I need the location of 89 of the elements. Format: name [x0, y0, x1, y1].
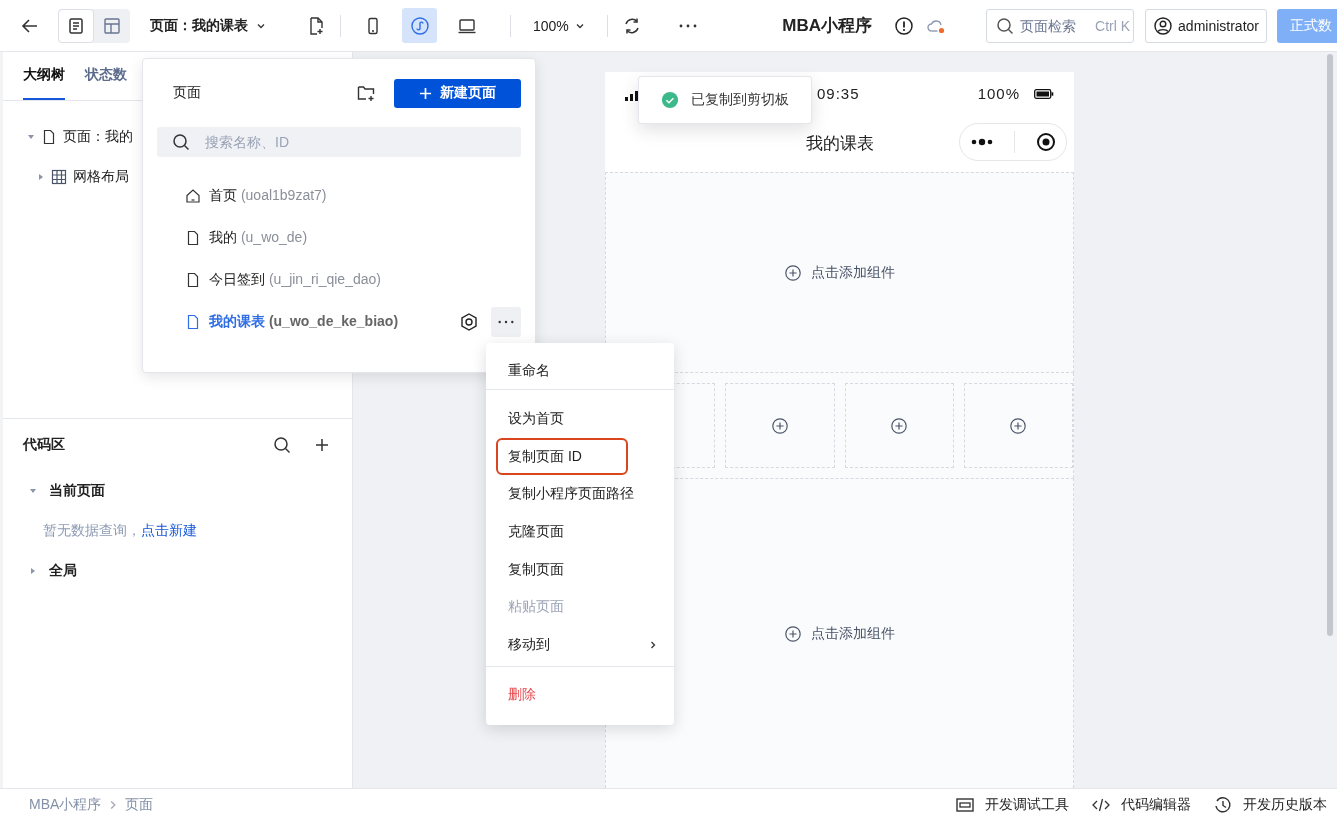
menu-item-label: 复制小程序页面路径	[508, 485, 634, 504]
section-title: 代码区	[23, 436, 66, 454]
menu-item-label: 克隆页面	[508, 522, 564, 541]
expand-triangle-icon[interactable]	[27, 133, 35, 141]
page-list-item[interactable]: 我的课表 (u_wo_de_ke_biao)	[209, 313, 399, 331]
mini-program-icon	[409, 15, 430, 36]
search-icon[interactable]	[272, 435, 292, 455]
page-list-item[interactable]: 首页 (uoal1b9zat7)	[209, 187, 327, 205]
user-icon	[1153, 15, 1174, 36]
home-icon	[185, 188, 201, 204]
settings-icon[interactable]	[459, 312, 479, 332]
more-icon[interactable]	[970, 138, 995, 146]
document-view-button[interactable]	[58, 8, 94, 43]
panel-tab[interactable]: 大纲树	[23, 52, 65, 100]
section-label[interactable]: 全局	[49, 562, 77, 580]
search-input[interactable]: 搜索名称、ID	[203, 133, 507, 151]
create-link[interactable]: 点击新建	[141, 522, 197, 540]
menu-item[interactable]: 重命名	[496, 353, 664, 389]
add-component-button[interactable]: 点击添加组件	[784, 263, 895, 282]
grid-cell[interactable]	[963, 383, 1073, 468]
chevron-right-icon	[648, 639, 658, 650]
menu-item-label: 复制页面	[508, 560, 564, 579]
grid-cell[interactable]	[725, 383, 835, 468]
toast-message: 已复制到剪切板	[691, 91, 789, 109]
add-component-button[interactable]: 点击添加组件	[784, 624, 895, 643]
tree-item[interactable]: 页面：我的	[63, 128, 133, 146]
menu-item-label: 重命名	[508, 362, 550, 380]
check-icon	[661, 91, 679, 109]
menu-item-label: 粘贴页面	[508, 598, 564, 617]
add-folder-icon[interactable]	[356, 83, 376, 103]
menu-item-label: 移动到	[508, 635, 550, 654]
add-icon[interactable]	[890, 416, 909, 435]
tree-item[interactable]: 网格布局	[73, 168, 129, 186]
popover-title: 页面	[173, 84, 202, 102]
search-field[interactable]: 搜索名称、ID	[157, 127, 521, 157]
toolbar-link[interactable]: 开发调试工具	[955, 794, 1069, 815]
more-icon[interactable]	[677, 22, 698, 29]
document-icon	[66, 15, 86, 36]
menu-item[interactable]: 复制小程序页面路径	[496, 475, 664, 514]
expand-triangle-icon[interactable]	[37, 173, 45, 181]
info-icon[interactable]	[894, 15, 915, 36]
battery-icon	[1034, 88, 1054, 99]
layout-icon	[102, 15, 122, 36]
status-time: 09:35	[817, 85, 861, 102]
menu-item-label: 删除	[508, 685, 536, 704]
menu-item[interactable]: 设为首页	[496, 400, 664, 438]
page-list-item[interactable]: 我的 (u_wo_de)	[209, 229, 308, 247]
menu-item[interactable]: 复制页面 ID	[496, 437, 628, 476]
menu-item[interactable]: 移动到	[496, 626, 664, 664]
add-icon[interactable]	[1009, 416, 1028, 435]
mini-program-preview-button[interactable]	[402, 8, 437, 43]
grid-icon	[51, 169, 67, 185]
scrollbar[interactable]	[1327, 54, 1333, 636]
app-title: MBA小程序	[782, 15, 873, 37]
empty-message: 暂无数据查询，	[43, 522, 141, 540]
expand-triangle-icon[interactable]	[29, 487, 37, 495]
add-icon	[784, 263, 802, 282]
battery-percent: 100%	[977, 85, 1020, 102]
search-icon	[171, 132, 191, 152]
menu-item[interactable]: 删除	[496, 676, 664, 713]
target-icon[interactable]	[1035, 132, 1056, 152]
page-select-dropdown[interactable]: 页面：我的课表	[150, 16, 266, 35]
grid-cell[interactable]	[844, 383, 954, 468]
zoom-dropdown[interactable]: 100%	[525, 17, 593, 34]
page-icon	[185, 314, 201, 330]
menu-item-label: 设为首页	[508, 409, 564, 428]
toolbar-link[interactable]: 开发历史版本	[1213, 794, 1327, 815]
page-icon	[185, 272, 201, 288]
page-title: 我的课表	[805, 133, 874, 155]
plus-icon	[419, 86, 432, 100]
add-icon[interactable]	[770, 416, 789, 435]
history-icon	[1213, 794, 1233, 815]
panel-tab[interactable]: 状态数	[85, 52, 127, 100]
menu-item[interactable]: 复制页面	[496, 550, 664, 589]
section-label[interactable]: 当前页面	[49, 482, 105, 500]
search-input[interactable]: 页面检索	[1020, 17, 1091, 34]
menu-item-label: 复制页面 ID	[508, 447, 582, 466]
page-list-item[interactable]: 今日签到 (u_jin_ri_qie_dao)	[209, 271, 381, 289]
search-icon	[995, 15, 1016, 36]
shortcut-hint: Ctrl K	[1095, 17, 1131, 34]
more-icon	[497, 319, 515, 325]
add-icon	[784, 624, 802, 643]
new-page-button[interactable]: 新建页面	[394, 78, 521, 108]
toolbar-link[interactable]: 代码编辑器	[1091, 794, 1191, 815]
menu-item[interactable]: 克隆页面	[496, 513, 664, 551]
user-button[interactable]: administrator	[1145, 8, 1267, 43]
page-icon	[185, 230, 201, 246]
page-icon	[41, 129, 57, 145]
expand-triangle-icon[interactable]	[29, 567, 37, 575]
